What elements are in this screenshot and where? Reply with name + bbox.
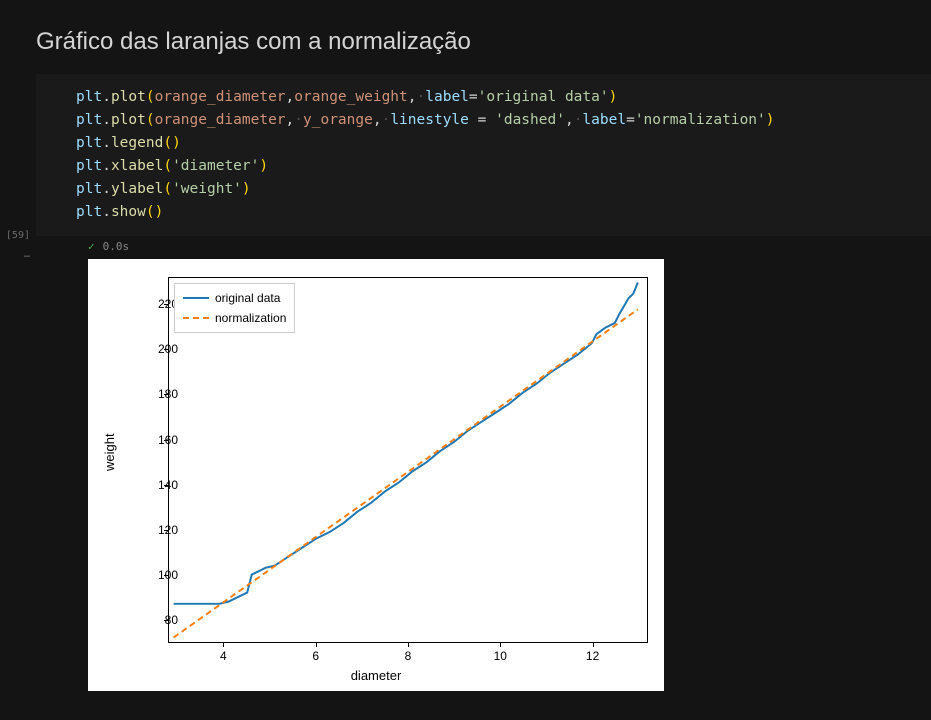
x-tick-label: 12 xyxy=(586,649,599,663)
section-title: Gráfico das laranjas com a normalização xyxy=(0,0,931,74)
code-line-1: plt.plot(orange_diameter,orange_weight,·… xyxy=(76,86,913,109)
code-line-2: plt.plot(orange_diameter,·y_orange,·line… xyxy=(76,109,913,132)
legend-label: normalization xyxy=(215,311,286,325)
check-icon: ✓ xyxy=(88,240,95,253)
y-axis-label: weight xyxy=(102,259,117,645)
plot-legend: original data normalization xyxy=(174,283,295,333)
code-line-4: plt.xlabel('diameter') xyxy=(76,155,913,178)
code-line-6: plt.show() xyxy=(76,201,913,224)
notebook-cell: [59] … plt.plot(orange_diameter,orange_w… xyxy=(0,74,931,691)
gutter-dots: … xyxy=(4,249,30,260)
x-tick-label: 4 xyxy=(220,649,227,663)
code-line-5: plt.ylabel('weight') xyxy=(76,178,913,201)
exec-time: 0.0s xyxy=(103,240,130,253)
x-tick-label: 6 xyxy=(312,649,319,663)
chart-series xyxy=(174,309,638,637)
x-tick-label: 10 xyxy=(494,649,507,663)
code-cell[interactable]: plt.plot(orange_diameter,orange_weight,·… xyxy=(36,74,931,236)
exec-status: ✓ 0.0s xyxy=(36,236,931,253)
plot-output: 801001201401601802002204681012 diameter … xyxy=(88,259,664,691)
code-line-3: plt.legend() xyxy=(76,132,913,155)
legend-entry: original data xyxy=(183,288,286,308)
legend-swatch-icon xyxy=(183,317,209,319)
exec-count: [59] xyxy=(4,230,30,241)
legend-entry: normalization xyxy=(183,308,286,328)
cell-gutter: [59] … xyxy=(4,74,36,691)
x-axis-label: diameter xyxy=(88,668,664,683)
legend-swatch-icon xyxy=(183,297,209,299)
legend-label: original data xyxy=(215,291,280,305)
x-tick-label: 8 xyxy=(405,649,412,663)
